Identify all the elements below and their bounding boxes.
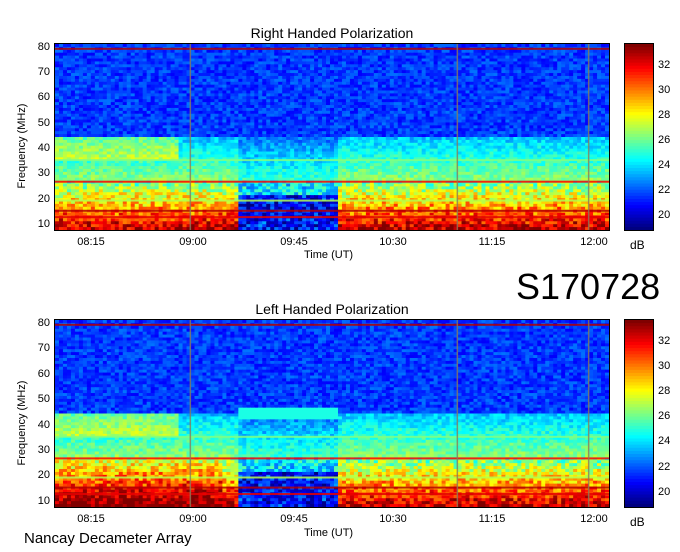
y-tick-label: 40 [37,418,50,431]
spectrogram-plot [54,319,610,508]
colorbar-tick-label: 22 [658,183,671,196]
x-tick-label: 11:15 [478,236,506,248]
x-tick-label: 12:00 [580,236,608,248]
colorbar-tick-label: 32 [658,334,671,347]
y-tick-label: 30 [37,167,50,180]
x-tick-label: 09:00 [179,513,207,525]
colorbar-tick-label: 26 [658,410,671,423]
y-tick-label: 70 [37,66,50,79]
y-tick-label: 40 [37,142,50,155]
colorbar-gradient [625,44,653,231]
spectrogram-plot [54,43,610,231]
x-axis-label: Time (UT) [304,527,354,539]
x-axis-label: Time (UT) [304,249,354,261]
colorbar-gradient [625,320,653,508]
colorbar-tick-label: 26 [658,133,671,146]
chart-title: Left Handed Polarization [255,301,409,317]
x-tick-label: 10:30 [379,236,407,248]
spectrogram-image [55,44,609,230]
y-tick-label: 80 [37,316,50,329]
x-tick-label: 09:45 [280,236,308,248]
colorbar [624,43,654,231]
y-tick-label: 20 [37,469,50,482]
y-tick-label: 10 [37,217,50,230]
chart-title: Right Handed Polarization [250,25,414,41]
y-tick-label: 60 [37,367,50,380]
colorbar-unit: dB [630,515,645,529]
colorbar-tick-label: 28 [658,108,671,121]
colorbar-tick-label: 20 [658,208,671,221]
x-tick-label: 09:45 [280,513,308,525]
colorbar-tick-label: 24 [658,435,671,448]
y-tick-label: 20 [37,192,50,205]
colorbar-tick-label: 32 [658,58,671,71]
colorbar-tick-label: 30 [658,83,671,96]
y-tick-label: 30 [37,444,50,457]
x-tick-label: 08:15 [77,236,105,248]
x-tick-label: 11:15 [478,513,506,525]
y-tick-label: 70 [37,342,50,355]
instrument-label: Nancay Decameter Array [24,530,192,547]
x-tick-label: 12:00 [580,513,608,525]
colorbar-unit: dB [630,238,645,252]
y-tick-label: 50 [37,116,50,129]
x-tick-label: 08:15 [77,513,105,525]
colorbar-tick-label: 22 [658,460,671,473]
colorbar-tick-label: 20 [658,485,671,498]
y-tick-label: 10 [37,494,50,507]
y-axis-label: Frequency (MHz) [16,380,28,466]
colorbar-tick-label: 30 [658,359,671,372]
colorbar [624,319,654,508]
colorbar-tick-label: 28 [658,385,671,398]
y-tick-label: 80 [37,40,50,53]
x-tick-label: 10:30 [379,513,407,525]
spectrogram-image [55,320,609,507]
y-tick-label: 60 [37,91,50,104]
colorbar-tick-label: 24 [658,158,671,171]
y-axis-label: Frequency (MHz) [16,103,28,189]
y-tick-label: 50 [37,393,50,406]
x-tick-label: 09:00 [179,236,207,248]
